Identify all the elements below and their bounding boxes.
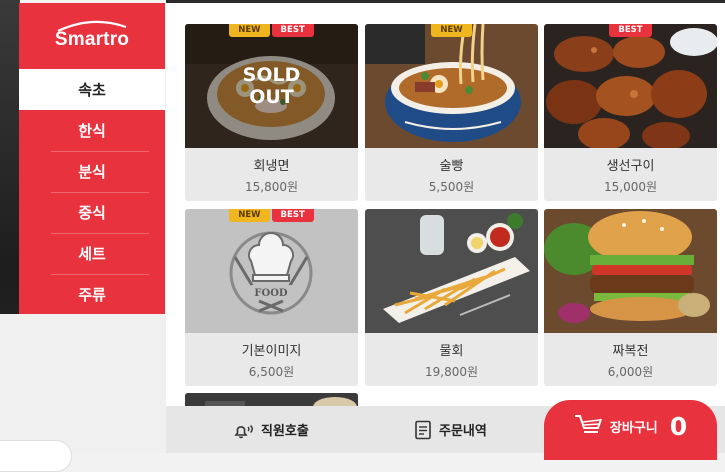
menu-item-price: 6,500원 [248, 365, 295, 379]
sold-out-line1: SOLD [242, 64, 301, 86]
call-staff-label: 직원호출 [261, 424, 309, 439]
menu-grid-area: SOLD OUT NEW BEST 회냉면 15,800원 NEW 술빵 5,5… [166, 0, 725, 460]
sold-out-line2: OUT [249, 86, 294, 108]
sidebar-item-snack[interactable]: 분식 [19, 151, 165, 192]
sidebar-item-label: 한식 [78, 122, 106, 140]
sold-out-overlay: SOLD OUT [185, 24, 358, 148]
menu-item-name: 기본이미지 [241, 344, 302, 359]
sidebar-item-label: 속초 [78, 81, 106, 99]
badge-group: BEST [544, 24, 717, 37]
receipt-icon [414, 420, 432, 440]
badge-group: NEW BEST [185, 209, 358, 222]
order-history-button[interactable]: 주문내역 [414, 406, 487, 453]
menu-card-hoe-naengmyeon[interactable]: SOLD OUT NEW BEST 회냉면 15,800원 [185, 24, 358, 201]
menu-item-price: 19,800원 [424, 365, 479, 379]
bell-icon [232, 421, 254, 439]
menu-item-name: 회냉면 [253, 159, 290, 174]
cart-icon [574, 413, 604, 439]
menu-item-price: 6,000원 [607, 365, 654, 379]
menu-card-sulppang[interactable]: NEW 술빵 5,500원 [365, 24, 538, 201]
logo-swoosh-icon [57, 20, 127, 32]
sidebar-item-label: 세트 [78, 245, 106, 263]
menu-image-chicken-wings [544, 24, 717, 148]
menu-image-burger [544, 209, 717, 333]
top-edge [166, 0, 725, 3]
menu-card-default-image[interactable]: FOOD NEW BEST 기본이미지 6,500원 [185, 209, 358, 386]
menu-image-french-fries [365, 209, 538, 333]
new-badge: NEW [229, 24, 270, 37]
sidebar-item-label: 주류 [78, 286, 106, 304]
cart-count: 0 [669, 411, 688, 441]
badge-group: NEW [365, 24, 538, 37]
best-badge: BEST [271, 209, 314, 222]
category-sidebar: Smartro 속초 한식 분식 중식 세트 주류 [19, 3, 165, 314]
background-pill [0, 440, 72, 472]
menu-item-name: 술빵 [439, 159, 464, 174]
new-badge: NEW [431, 24, 472, 37]
cart-button[interactable]: 장바구니 0 [544, 400, 717, 460]
svg-text:FOOD: FOOD [254, 288, 288, 299]
best-badge: BEST [609, 24, 652, 37]
menu-card-jjabokjeon[interactable]: 짜복전 6,000원 [544, 209, 717, 386]
menu-image-noodle-bowl [365, 24, 538, 148]
sidebar-item-label: 분식 [78, 163, 106, 181]
menu-image-placeholder: FOOD [185, 209, 358, 333]
new-badge: NEW [229, 209, 270, 222]
brand-logo: Smartro [19, 3, 165, 69]
menu-item-price: 5,500원 [428, 180, 475, 194]
cart-label: 장바구니 [609, 420, 658, 436]
sidebar-item-label: 중식 [78, 204, 106, 222]
sidebar-item-chinese[interactable]: 중식 [19, 192, 165, 233]
menu-item-price: 15,800원 [244, 180, 299, 194]
best-badge: BEST [271, 24, 314, 37]
menu-item-name: 짜복전 [612, 344, 649, 359]
menu-card-mulhoe[interactable]: 물회 19,800원 [365, 209, 538, 386]
badge-group: NEW BEST [185, 24, 358, 37]
background-left-bottom [0, 314, 166, 453]
chef-hat-icon: FOOD [185, 209, 358, 333]
sidebar-item-set[interactable]: 세트 [19, 233, 165, 274]
menu-item-price: 15,000원 [603, 180, 658, 194]
menu-card-saengseon-gui[interactable]: BEST 생선구이 15,000원 [544, 24, 717, 201]
sidebar-item-korean[interactable]: 한식 [19, 110, 165, 151]
menu-item-name: 생선구이 [606, 159, 655, 174]
sidebar-item-liquor[interactable]: 주류 [19, 274, 165, 315]
order-history-label: 주문내역 [439, 424, 487, 439]
sidebar-item-sokcho[interactable]: 속초 [19, 69, 165, 110]
call-staff-button[interactable]: 직원호출 [232, 406, 309, 453]
menu-item-name: 물회 [439, 344, 464, 359]
